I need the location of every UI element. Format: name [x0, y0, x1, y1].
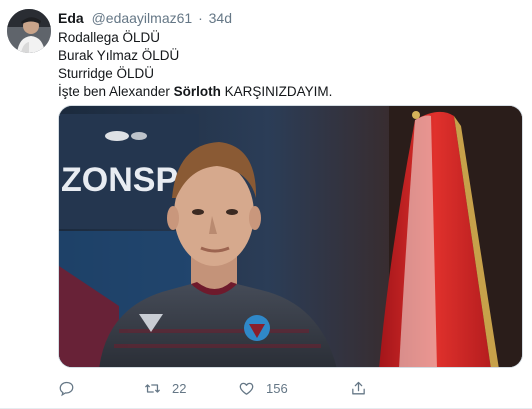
tweet-line: Burak Yılmaz ÖLDÜ — [58, 48, 180, 63]
share-icon — [352, 381, 365, 395]
tweet-line-text: İşte ben Alexander — [58, 84, 174, 99]
tweet-bold-name: Sörloth — [173, 84, 221, 99]
tweet-line: Rodallega ÖLDÜ — [58, 30, 161, 45]
tweet-line: Sturridge ÖLDÜ — [58, 66, 155, 81]
tweet-photo[interactable]: ZONSP — [58, 105, 523, 368]
tweet-time[interactable]: 34d — [209, 10, 232, 26]
retweet-count: 22 — [172, 381, 187, 396]
tweet-text: Rodallega ÖLDÜ Burak Yılmaz ÖLDÜ Sturrid… — [58, 29, 332, 101]
retweet-button[interactable]: 22 — [144, 380, 186, 397]
tweet-line-text: KARŞINIZDAYIM. — [220, 84, 333, 99]
like-count: 156 — [266, 381, 288, 396]
share-button[interactable] — [350, 380, 367, 397]
tweet-line: İşte ben Alexander Sörloth KARŞINIZDAYIM… — [58, 83, 332, 101]
like-button[interactable]: 156 — [238, 380, 288, 397]
user-handle[interactable]: @edaayilmaz61 — [92, 10, 193, 26]
photo-illustration: ZONSP — [59, 106, 522, 367]
tweet-header: Eda @edaayilmaz61 · 34d — [58, 10, 232, 27]
heart-icon — [239, 382, 254, 395]
display-name[interactable]: Eda — [58, 10, 84, 26]
reply-icon — [59, 381, 74, 397]
retweet-icon — [145, 384, 160, 393]
avatar[interactable] — [7, 9, 51, 53]
backdrop-text: ZONSP — [61, 161, 178, 199]
tweet-actions: 22 156 — [58, 380, 528, 400]
tweet[interactable]: Eda @edaayilmaz61 · 34d Rodallega ÖLDÜ B… — [0, 0, 532, 409]
separator-dot: · — [198, 10, 203, 26]
reply-button[interactable] — [58, 380, 86, 397]
